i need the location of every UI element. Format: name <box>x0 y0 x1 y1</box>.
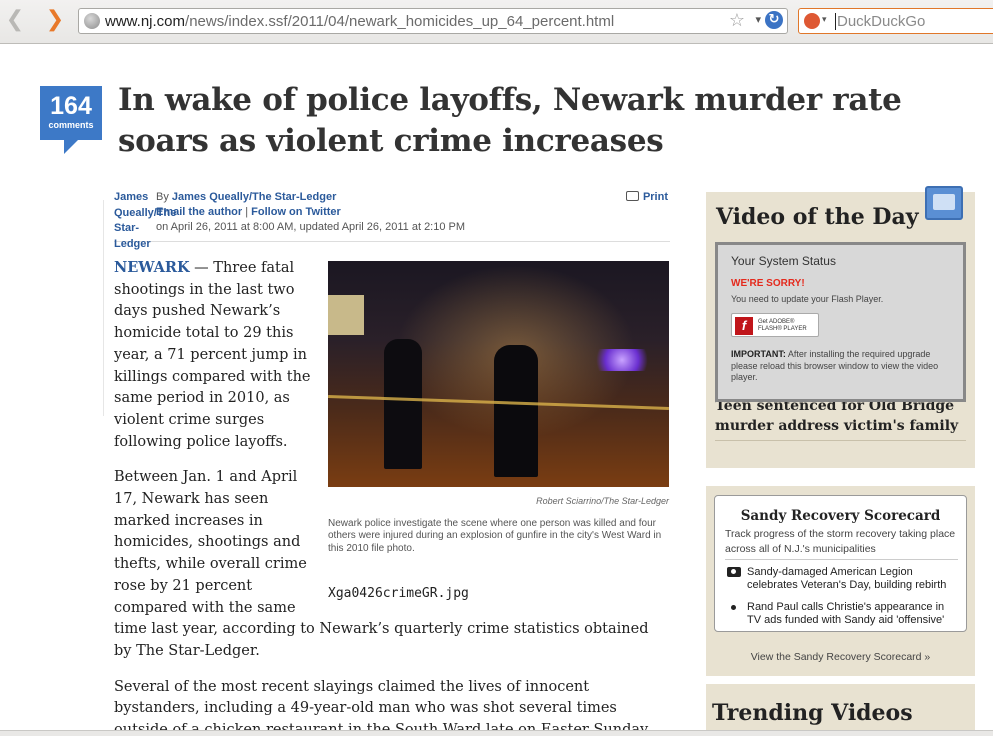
photo-officer-left <box>384 339 422 469</box>
left-divider <box>103 200 104 416</box>
follow-twitter-link[interactable]: Follow on Twitter <box>251 206 341 218</box>
author-link-short[interactable]: James Queally/The Star-Ledger <box>114 190 176 252</box>
photo-stop-sign <box>328 295 364 335</box>
sandy-scorecard-card: Sandy Recovery Scorecard Track progress … <box>714 495 967 632</box>
paragraph-3: Several of the most recent slayings clai… <box>114 678 651 736</box>
photo-caption: Newark police investigate the scene wher… <box>328 517 662 554</box>
duckduckgo-icon <box>804 13 820 29</box>
bullet-icon <box>731 605 736 610</box>
address-bar[interactable]: www.nj.com/news/index.ssf/2011/04/newark… <box>78 8 788 34</box>
dateline-link[interactable]: NEWARK <box>114 259 190 276</box>
byline-date: on April 26, 2011 at 8:00 AM, updated Ap… <box>156 221 466 233</box>
sandy-description: Track progress of the storm recovery tak… <box>725 528 956 555</box>
video-of-the-day-box: Video of the Day Teen sentenced for Old … <box>706 186 975 468</box>
article-body: Robert Sciarrino/The Star-Ledger Newark … <box>114 257 669 736</box>
comment-count-badge[interactable]: 164 comments <box>40 86 102 154</box>
photo-filename: Xga0426crimeGR.jpg <box>328 586 469 602</box>
photo-officer-right <box>494 345 538 477</box>
article-photo-block: Robert Sciarrino/The Star-Ledger Newark … <box>328 261 669 605</box>
comment-count: 164 <box>50 92 92 120</box>
byline-links: Email the author | Follow on Twitter <box>156 205 341 221</box>
paragraph-1-text: — Three fatal shootings in the last two … <box>114 260 311 450</box>
bookmark-star-icon[interactable]: ☆ <box>729 10 745 31</box>
url-text[interactable]: www.nj.com/news/index.ssf/2011/04/newark… <box>105 13 614 30</box>
expand-window-icon[interactable] <box>925 186 963 220</box>
byline-author-line: By James Queally/The Star-Ledger <box>156 190 336 206</box>
comment-label: comments <box>48 120 94 130</box>
sandy-scorecard-box: Sandy Recovery Scorecard Track progress … <box>706 486 975 676</box>
camera-icon <box>727 567 741 577</box>
photo-police-lights <box>587 349 657 371</box>
byline: James Queally/The Star-Ledger By James Q… <box>114 190 670 250</box>
history-dropdown-icon[interactable]: ▾ <box>755 13 761 26</box>
sandy-item-legion-text: Sandy-damaged American Legion celebrates… <box>747 566 947 591</box>
flash-important-note: IMPORTANT: After installing the required… <box>731 349 939 382</box>
print-label: Print <box>642 191 668 203</box>
system-status-title: Your System Status <box>731 254 836 268</box>
forward-arrow-icon[interactable]: ❯ <box>44 9 66 33</box>
sandy-title[interactable]: Sandy Recovery Scorecard <box>715 508 966 524</box>
trending-videos-title: Trending Videos <box>712 700 913 726</box>
sandy-item-rand-paul[interactable]: Rand Paul calls Christie's appearance in… <box>725 601 961 626</box>
reload-icon[interactable]: ↻ <box>765 11 783 29</box>
article-photo[interactable] <box>328 261 669 487</box>
trending-videos-box: Trending Videos <box>706 684 975 736</box>
print-button[interactable]: Print <box>625 190 668 206</box>
video-section-title: Video of the Day <box>716 204 919 230</box>
article-headline: In wake of police layoffs, Newark murder… <box>118 82 902 159</box>
flash-logo-icon: f <box>735 317 753 335</box>
back-arrow-icon[interactable]: ❮ <box>4 9 26 33</box>
email-author-link[interactable]: Email the author <box>156 206 242 218</box>
sorry-message: WE'RE SORRY! <box>731 278 805 289</box>
update-flash-message: You need to update your Flash Player. <box>731 294 884 304</box>
video-headline-link[interactable]: Teen sentenced for Old Bridge murder add… <box>715 396 966 436</box>
flash-player-panel: Your System Status WE'RE SORRY! You need… <box>715 242 966 402</box>
search-engine-dropdown-icon[interactable]: ▾ <box>822 15 827 25</box>
sandy-divider <box>725 559 958 560</box>
sandy-item-rand-paul-text: Rand Paul calls Christie's appearance in… <box>747 601 945 626</box>
author-link[interactable]: James Queally/The Star-Ledger <box>172 191 336 203</box>
photo-credit: Robert Sciarrino/The Star-Ledger <box>536 496 669 506</box>
sandy-item-legion[interactable]: Sandy-damaged American Legion celebrates… <box>725 566 961 591</box>
search-bar[interactable]: ▾ DuckDuckGo <box>798 8 993 34</box>
video-divider <box>715 440 966 441</box>
printer-icon <box>625 191 639 201</box>
view-scorecard-link[interactable]: View the Sandy Recovery Scorecard » <box>706 651 975 663</box>
browser-toolbar: ❮ ❯ www.nj.com/news/index.ssf/2011/04/ne… <box>0 0 993 44</box>
get-flash-player-button[interactable]: f Get ADOBE® FLASH® PLAYER <box>731 313 819 337</box>
by-prefix: By <box>156 191 169 203</box>
flash-button-text: Get ADOBE® FLASH® PLAYER <box>758 319 807 332</box>
search-input[interactable]: DuckDuckGo <box>835 13 925 30</box>
window-bottom-edge <box>0 730 993 736</box>
globe-icon <box>84 13 100 29</box>
byline-separator: | <box>245 206 249 218</box>
